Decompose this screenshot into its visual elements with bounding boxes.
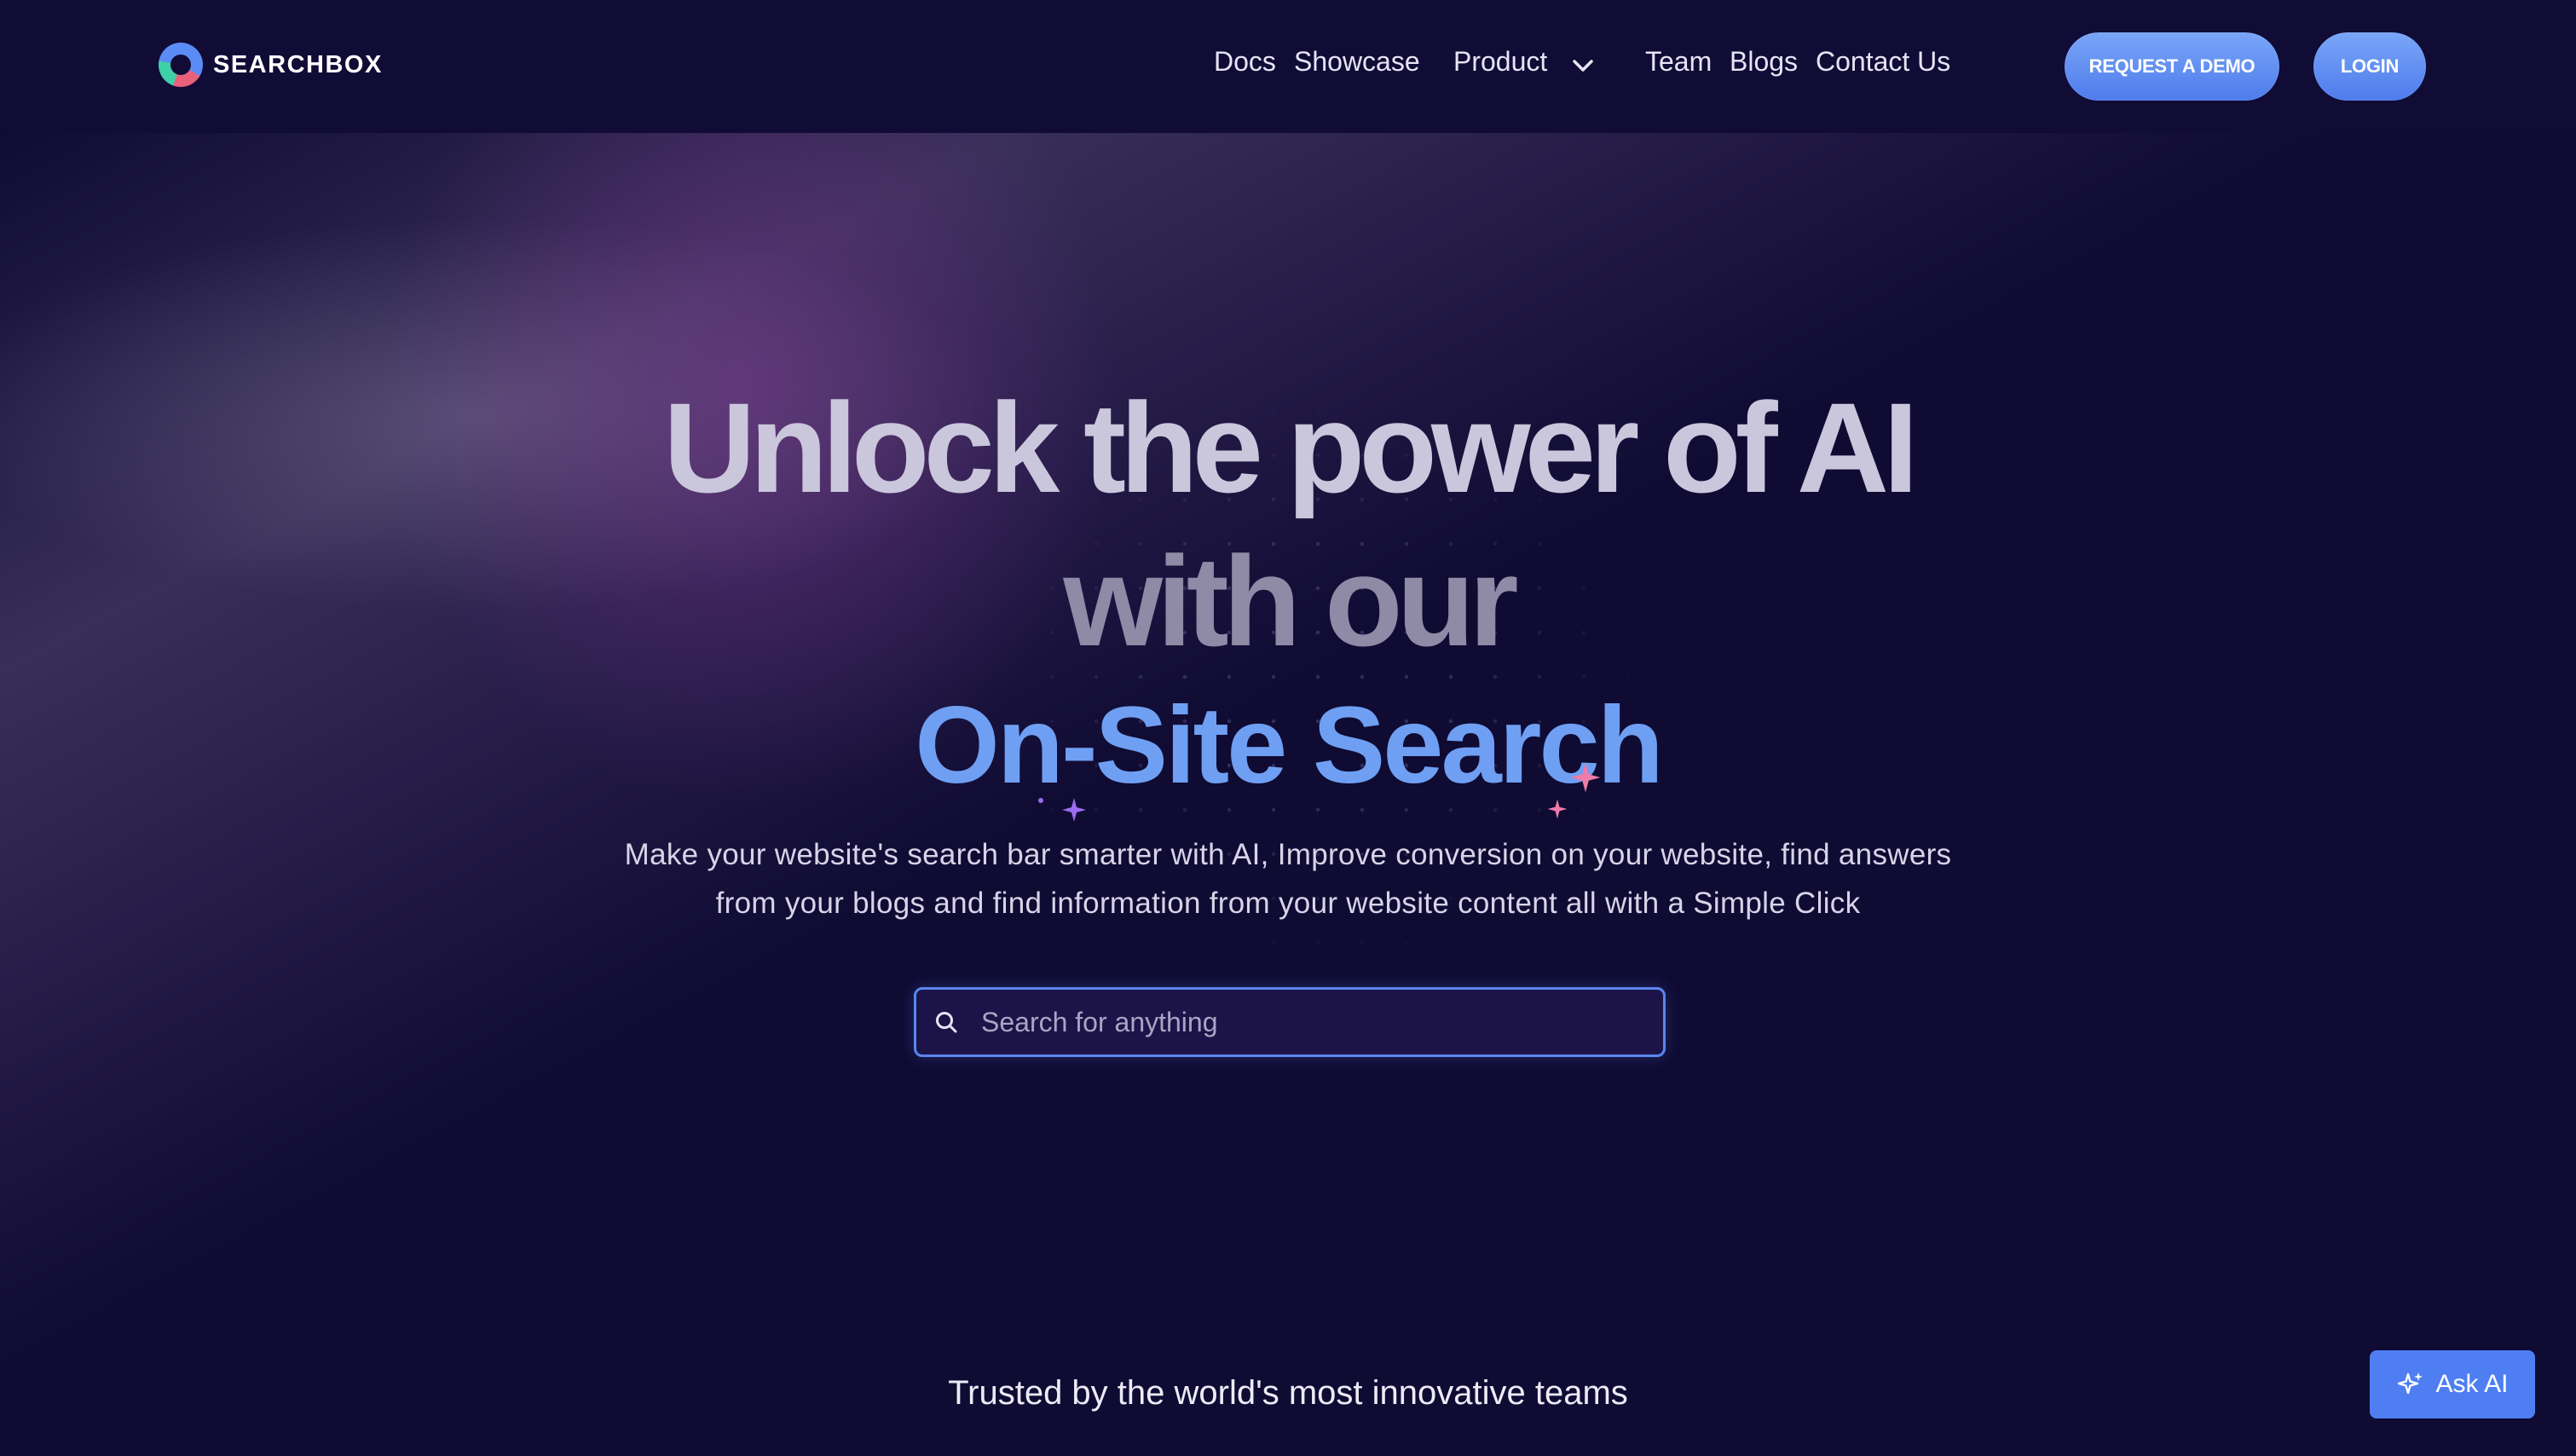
search-bar[interactable] — [914, 987, 1666, 1057]
hero-subtitle-line-1: Make your website's search bar smarter w… — [624, 838, 1952, 871]
hero-subtitle: Make your website's search bar smarter w… — [0, 830, 2576, 927]
request-demo-button[interactable]: REQUEST A DEMO — [2065, 32, 2279, 101]
top-navbar: SEARCHBOX Docs Showcase Product Team Blo… — [0, 0, 2576, 133]
hero-headline-highlight: On-Site Search — [915, 685, 1664, 806]
ask-ai-button[interactable]: Ask AI — [2370, 1350, 2535, 1418]
brand-name: SEARCHBOX — [213, 50, 383, 78]
hero-subtitle-line-2: from your blogs and find information fro… — [715, 887, 1861, 920]
search-icon — [936, 1012, 957, 1033]
chevron-down-icon[interactable] — [1570, 53, 1596, 78]
sparkle-icon — [1570, 762, 1601, 793]
nav-product[interactable]: Product — [1453, 46, 1547, 78]
hero-headline-line-2: with our — [1063, 529, 1518, 673]
nav-docs[interactable]: Docs — [1214, 46, 1276, 78]
hero-headline-line-1: Unlock the power of AI — [663, 376, 1919, 519]
searchbox-logo-icon — [159, 43, 203, 87]
login-button[interactable]: LOGIN — [2313, 32, 2426, 101]
ask-ai-label: Ask AI — [2435, 1370, 2509, 1398]
nav-blogs[interactable]: Blogs — [1730, 46, 1798, 78]
sparkle-icon — [1062, 798, 1086, 822]
nav-contact-us[interactable]: Contact Us — [1816, 46, 1950, 78]
nav-showcase[interactable]: Showcase — [1294, 46, 1420, 78]
search-input[interactable] — [979, 996, 1663, 1049]
nav-team[interactable]: Team — [1645, 46, 1712, 78]
sparkle-icon — [2398, 1372, 2423, 1395]
sparkle-dot-icon — [1038, 798, 1043, 803]
sparkle-icon — [1547, 799, 1568, 819]
trusted-by-heading: Trusted by the world's most innovative t… — [948, 1374, 1628, 1412]
brand-logo[interactable]: SEARCHBOX — [159, 43, 383, 87]
